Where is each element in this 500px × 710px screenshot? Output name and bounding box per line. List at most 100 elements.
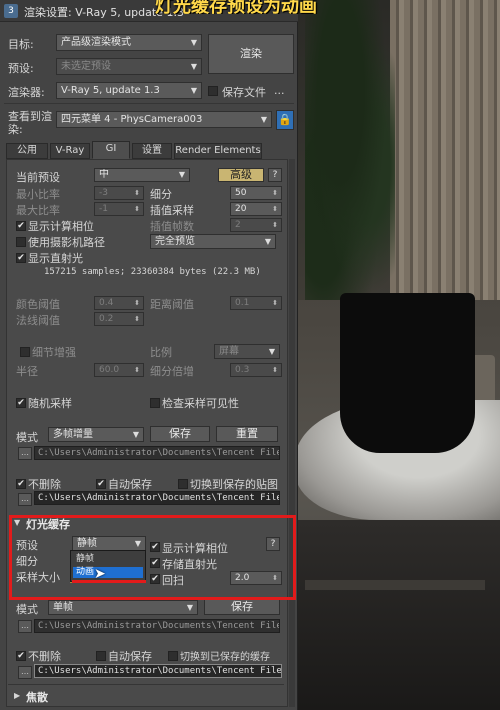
gi-mode-label: 模式 bbox=[16, 431, 38, 444]
radius-spinner[interactable]: 60.0 ⬍ bbox=[94, 363, 144, 377]
switch-saved-label: 切换到保存的贴图 bbox=[190, 478, 278, 491]
viewport-scene bbox=[295, 0, 500, 710]
chevron-down-icon: ▼ bbox=[268, 347, 275, 356]
scene-table-frame bbox=[305, 580, 485, 590]
max-rate-spinner[interactable]: -1 ⬍ bbox=[94, 202, 144, 216]
show-direct-label: 显示直射光 bbox=[28, 252, 83, 265]
auto-save-label: 自动保存 bbox=[108, 478, 152, 491]
lock-icon: 🔒 bbox=[278, 113, 292, 126]
tab-render-elements[interactable]: Render Elements bbox=[174, 143, 262, 159]
lc-save-button[interactable]: 保存 bbox=[204, 599, 280, 615]
tab-vray[interactable]: V-Ray bbox=[50, 143, 90, 159]
caustics-expand-icon[interactable]: ▶ bbox=[14, 691, 20, 700]
view-value: 四元菜单 4 - PhysCamera003 bbox=[61, 114, 203, 125]
lc-switch-saved-checkbox[interactable]: ✔ bbox=[168, 651, 178, 661]
preview-value: 完全预览 bbox=[155, 236, 195, 247]
chevron-down-icon: ▼ bbox=[264, 237, 271, 246]
video-caption: 灯光缓存预设为动画 bbox=[155, 0, 317, 14]
min-rate-value: -3 bbox=[99, 188, 108, 198]
preview-dropdown[interactable]: 完全预览 ▼ bbox=[150, 234, 276, 249]
scene-plant bbox=[305, 0, 395, 300]
divider bbox=[4, 103, 294, 104]
show-direct-checkbox[interactable]: ✔ bbox=[16, 253, 26, 263]
lc-switch-saved-label: 切换到已保存的缓存 bbox=[180, 652, 270, 663]
subdiv-mult-spinner[interactable]: 0.3 ⬍ bbox=[230, 363, 282, 377]
interp-frames-value: 2 bbox=[235, 220, 241, 230]
chevron-down-icon: ▼ bbox=[190, 38, 197, 47]
scale-value: 屏幕 bbox=[219, 346, 239, 357]
camera-path-checkbox[interactable]: ✔ bbox=[16, 237, 26, 247]
gi-reset-button[interactable]: 重置 bbox=[216, 426, 278, 442]
lc-path-field-2[interactable]: C:\Users\Administrator\Documents\Tencent… bbox=[34, 664, 282, 678]
interp-samples-spinner[interactable]: 20 ⬍ bbox=[230, 202, 282, 216]
interp-samples-label: 插值采样 bbox=[150, 204, 194, 217]
no-delete-checkbox[interactable]: ✔ bbox=[16, 479, 26, 489]
color-thresh-spinner[interactable]: 0.4 ⬍ bbox=[94, 296, 144, 310]
lock-button[interactable]: 🔒 bbox=[276, 110, 294, 130]
chevron-down-icon: ▼ bbox=[190, 86, 197, 95]
chevron-down-icon: ▼ bbox=[132, 430, 139, 439]
app-icon: 3 bbox=[4, 4, 18, 18]
switch-saved-checkbox[interactable]: ✔ bbox=[178, 479, 188, 489]
subdiv-mult-value: 0.3 bbox=[235, 365, 250, 375]
lc-auto-save-checkbox[interactable]: ✔ bbox=[96, 651, 106, 661]
dist-thresh-label: 距离阈值 bbox=[150, 298, 194, 311]
chevron-down-icon: ▼ bbox=[190, 62, 197, 71]
tab-gi[interactable]: GI bbox=[92, 141, 130, 159]
interp-frames-spinner[interactable]: 2 ⬍ bbox=[230, 218, 282, 232]
target-dropdown[interactable]: 产品级渲染模式 ▼ bbox=[56, 34, 202, 51]
current-preset-value: 中 bbox=[99, 169, 109, 180]
chevron-down-icon: ▼ bbox=[260, 115, 267, 124]
gi-path-field-2[interactable]: C:\Users\Administrator\Documents\Tencent… bbox=[34, 491, 280, 505]
view-dropdown[interactable]: 四元菜单 4 - PhysCamera003 ▼ bbox=[56, 111, 272, 128]
lc-path-field[interactable]: C:\Users\Administrator\Documents\Tencent… bbox=[34, 619, 280, 633]
show-calc-checkbox[interactable]: ✔ bbox=[16, 221, 26, 231]
random-samples-label: 随机采样 bbox=[28, 397, 72, 410]
help-button[interactable]: ? bbox=[268, 168, 282, 182]
advanced-button[interactable]: 高级 bbox=[218, 168, 264, 182]
show-calc-label: 显示计算相位 bbox=[28, 220, 94, 233]
gi-browse-button-2[interactable]: … bbox=[18, 493, 32, 506]
lc-no-delete-label: 不删除 bbox=[28, 650, 61, 663]
random-samples-checkbox[interactable]: ✔ bbox=[16, 398, 26, 408]
save-file-checkbox[interactable]: ✔ bbox=[208, 86, 218, 96]
interp-frames-label: 插值帧数 bbox=[150, 220, 194, 233]
lc-browse-button[interactable]: … bbox=[18, 620, 32, 633]
more-button[interactable]: ... bbox=[274, 84, 285, 97]
preset-label: 预设: bbox=[8, 62, 34, 75]
normal-thresh-spinner[interactable]: 0.2 ⬍ bbox=[94, 312, 144, 326]
lc-browse-button-2[interactable]: … bbox=[18, 666, 32, 679]
dist-thresh-spinner[interactable]: 0.1 ⬍ bbox=[230, 296, 282, 310]
target-value: 产品级渲染模式 bbox=[61, 37, 131, 48]
radius-value: 60.0 bbox=[99, 365, 120, 375]
min-rate-spinner[interactable]: -3 ⬍ bbox=[94, 186, 144, 200]
auto-save-checkbox[interactable]: ✔ bbox=[96, 479, 106, 489]
gi-path-field[interactable]: C:\Users\Administrator\Documents\Tencent… bbox=[34, 446, 280, 460]
gi-browse-button[interactable]: … bbox=[18, 447, 32, 460]
subdivs-label: 细分 bbox=[150, 188, 172, 201]
detail-enhance-checkbox[interactable]: ✔ bbox=[20, 347, 30, 357]
lc-mode-dropdown[interactable]: 单帧 ▼ bbox=[48, 600, 198, 615]
current-preset-dropdown[interactable]: 中 ▼ bbox=[94, 168, 190, 182]
color-thresh-label: 颜色阈值 bbox=[16, 298, 60, 311]
tab-common[interactable]: 公用 bbox=[6, 143, 48, 159]
caustics-header[interactable]: 焦散 bbox=[26, 689, 48, 705]
preset-dropdown[interactable]: 未选定预设 ▼ bbox=[56, 58, 202, 75]
scene-sofa bbox=[295, 520, 500, 710]
target-label: 目标: bbox=[8, 38, 34, 51]
lc-no-delete-checkbox[interactable]: ✔ bbox=[16, 651, 26, 661]
render-button[interactable]: 渲染 bbox=[208, 34, 294, 74]
lc-auto-save-label: 自动保存 bbox=[108, 650, 152, 663]
gi-mode-dropdown[interactable]: 多帧增量 ▼ bbox=[48, 427, 144, 442]
subdivs-spinner[interactable]: 50 ⬍ bbox=[230, 186, 282, 200]
check-vis-checkbox[interactable]: ✔ bbox=[150, 398, 160, 408]
subdivs-value: 50 bbox=[235, 188, 247, 198]
radius-label: 半径 bbox=[16, 365, 38, 378]
renderer-dropdown[interactable]: V-Ray 5, update 1.3 ▼ bbox=[56, 82, 202, 99]
renderer-label: 渲染器: bbox=[8, 86, 45, 99]
tab-settings[interactable]: 设置 bbox=[132, 143, 172, 159]
scale-dropdown[interactable]: 屏幕 ▼ bbox=[214, 344, 280, 359]
save-file-label: 保存文件 bbox=[222, 86, 266, 99]
scrollbar[interactable] bbox=[289, 159, 295, 707]
gi-save-button[interactable]: 保存 bbox=[150, 426, 210, 442]
